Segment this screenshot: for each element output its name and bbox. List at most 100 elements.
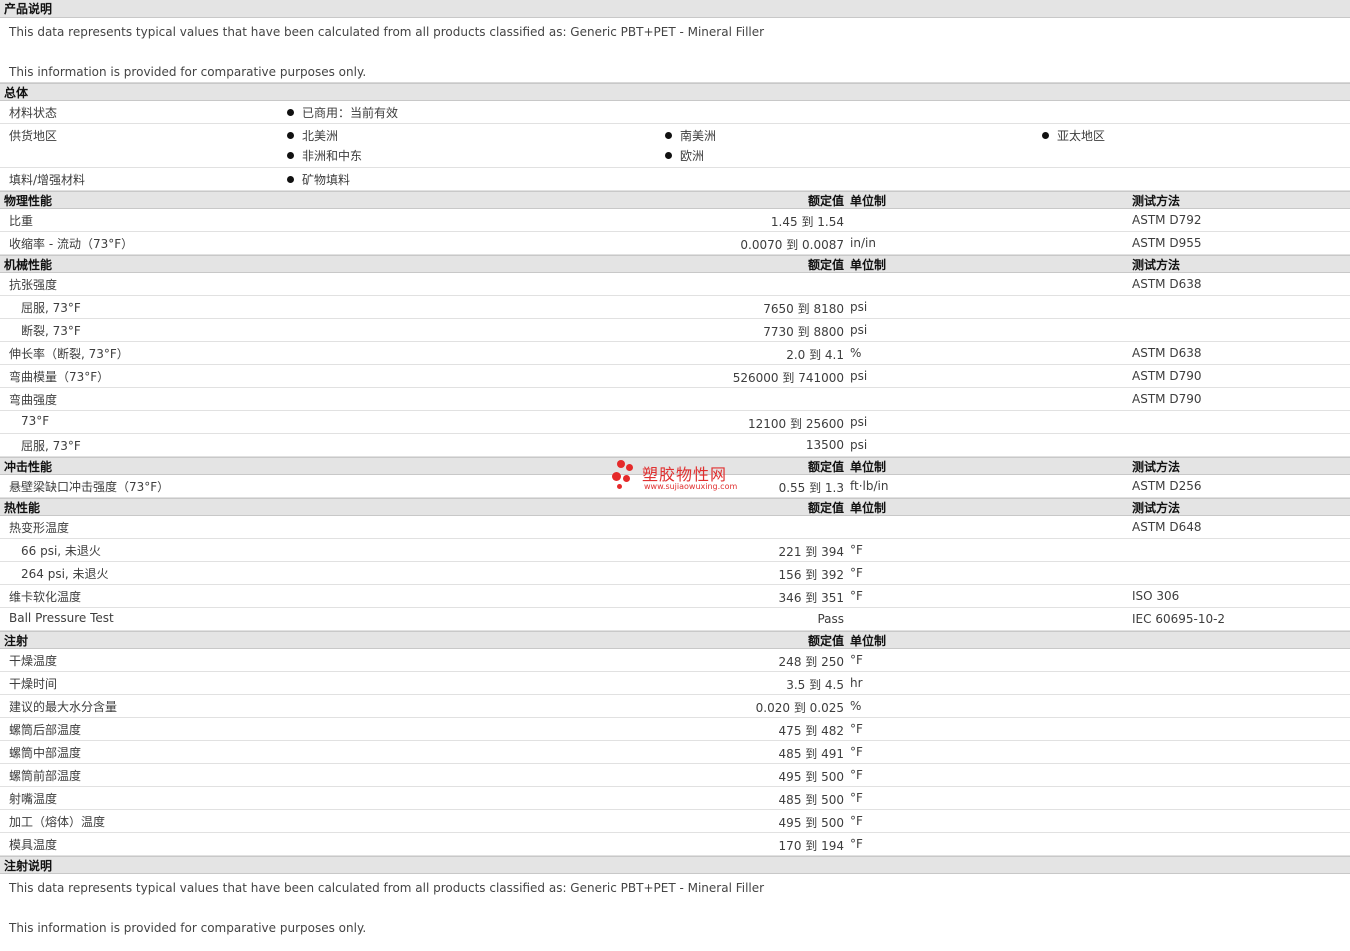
row-test-method: ASTM D638 (1132, 277, 1202, 291)
row-label: 干燥温度 (9, 654, 58, 668)
table-row: 屈服, 73°F 7650 到 8180 psi (0, 296, 1350, 319)
bullet-dot-icon (287, 152, 294, 159)
row-value: 526000 到 741000 (732, 371, 844, 385)
section-title: 热性能 (4, 501, 41, 515)
col-header-unit: 单位制 (850, 460, 887, 474)
section-title: 注射说明 (4, 859, 53, 873)
row-unit: psi (850, 369, 868, 383)
row-unit: °F (850, 837, 863, 851)
desc-line-1: This data represents typical values that… (9, 25, 765, 39)
col-header-test: 测试方法 (1132, 460, 1181, 474)
row-label: 弯曲强度 (9, 393, 58, 407)
row-material-status: 材料状态 已商用：当前有效 (0, 101, 1350, 124)
table-row: 热变形温度 ASTM D648 (0, 516, 1350, 539)
row-value: 1.45 到 1.54 (770, 215, 844, 229)
bullet-item: 北美洲 (287, 127, 338, 144)
section-title: 总体 (4, 86, 29, 100)
section-header-product-desc: 产品说明 (0, 0, 1350, 18)
row-label: 弯曲模量（73°F） (9, 370, 110, 384)
row-value: 7650 到 8180 (763, 302, 844, 316)
table-row: 73°F 12100 到 25600 psi (0, 411, 1350, 434)
row-label: 加工（熔体）温度 (9, 815, 106, 829)
row-value: 495 到 500 (778, 770, 844, 784)
table-row: 维卡软化温度 346 到 351 °F ISO 306 (0, 585, 1350, 608)
row-unit: °F (850, 791, 863, 805)
row-value: 0.0070 到 0.0087 (740, 238, 844, 252)
row-label: 屈服, 73°F (21, 439, 81, 453)
bullet-dot-icon (287, 176, 294, 183)
bullet-item: 南美洲 (665, 127, 716, 144)
row-unit: hr (850, 676, 863, 690)
row-unit: psi (850, 323, 868, 337)
table-row: 螺筒中部温度 485 到 491 °F (0, 741, 1350, 764)
table-row: 干燥时间 3.5 到 4.5 hr (0, 672, 1350, 695)
row-label: 维卡软化温度 (9, 590, 82, 604)
row-test-method: ASTM D792 (1132, 213, 1202, 227)
row-label: 抗张强度 (9, 278, 58, 292)
section-header-general: 总体 (0, 83, 1350, 101)
row-label: 建议的最大水分含量 (9, 700, 118, 714)
col-header-unit: 单位制 (850, 634, 887, 648)
row-label: 热变形温度 (9, 521, 70, 535)
table-row: 螺筒前部温度 495 到 500 °F (0, 764, 1350, 787)
row-value: 12100 到 25600 (748, 417, 844, 431)
notes-line-2: This information is provided for compara… (9, 921, 367, 935)
section-header-injection-notes: 注射说明 (0, 856, 1350, 874)
row-label: 收缩率 - 流动（73°F） (9, 237, 134, 251)
row-unit: psi (850, 438, 868, 452)
col-header-unit: 单位制 (850, 258, 887, 272)
row-label: 屈服, 73°F (21, 301, 81, 315)
section-header-injection: 注射 额定值 单位制 (0, 631, 1350, 649)
table-row: 射嘴温度 485 到 500 °F (0, 787, 1350, 810)
row-value: 485 到 491 (778, 747, 844, 761)
table-row: 模具温度 170 到 194 °F (0, 833, 1350, 856)
row-unit: °F (850, 768, 863, 782)
row-value: 2.0 到 4.1 (786, 348, 844, 362)
bullet-item: 非洲和中东 (287, 147, 362, 164)
row-label: 比重 (9, 214, 34, 228)
bullet-item: 已商用：当前有效 (287, 104, 398, 121)
section-header-thermal: 热性能 额定值 单位制 测试方法 (0, 498, 1350, 516)
col-header-nominal: 额定值 (807, 501, 844, 515)
row-test-method: ASTM D256 (1132, 479, 1202, 493)
col-header-test: 测试方法 (1132, 194, 1181, 208)
injection-notes-block: This data represents typical values that… (0, 874, 1350, 939)
row-unit: °F (850, 653, 863, 667)
table-row: 264 psi, 未退火 156 到 392 °F (0, 562, 1350, 585)
col-header-nominal: 额定值 (807, 460, 844, 474)
row-value: 485 到 500 (778, 793, 844, 807)
row-test-method: ASTM D955 (1132, 236, 1202, 250)
section-header-physical: 物理性能 额定值 单位制 测试方法 (0, 191, 1350, 209)
table-row: 螺筒后部温度 475 到 482 °F (0, 718, 1350, 741)
row-unit: % (850, 699, 862, 713)
row-test-method: ASTM D648 (1132, 520, 1202, 534)
col-header-nominal: 额定值 (807, 258, 844, 272)
row-filler: 填料/增强材料 矿物填料 (0, 168, 1350, 191)
notes-line-1: This data represents typical values that… (9, 881, 765, 895)
row-value: 156 到 392 (778, 568, 844, 582)
col-header-unit: 单位制 (850, 501, 887, 515)
row-value: 170 到 194 (778, 839, 844, 853)
section-title: 物理性能 (4, 194, 53, 208)
table-row: 收缩率 - 流动（73°F） 0.0070 到 0.0087 in/in ASTM D… (0, 232, 1350, 255)
col-header-unit: 单位制 (850, 194, 887, 208)
row-value: 0.55 到 1.3 (778, 481, 844, 495)
row-value: 475 到 482 (778, 724, 844, 738)
watermark-url: www.sujiaowuxing.com (644, 482, 738, 491)
row-unit: psi (850, 415, 868, 429)
row-unit: in/in (850, 236, 876, 250)
row-unit: °F (850, 543, 863, 557)
col-header-test: 测试方法 (1132, 501, 1181, 515)
row-label: 66 psi, 未退火 (21, 544, 101, 558)
row-value: Pass (817, 612, 844, 626)
table-row: 屈服, 73°F 13500 psi (0, 434, 1350, 457)
col-header-nominal: 额定值 (807, 634, 844, 648)
table-row: 加工（熔体）温度 495 到 500 °F (0, 810, 1350, 833)
row-value: 13500 (805, 438, 844, 452)
section-title: 机械性能 (4, 258, 53, 272)
row-label: 模具温度 (9, 838, 58, 852)
row-unit: °F (850, 745, 863, 759)
row-label: 264 psi, 未退火 (21, 567, 109, 581)
table-row: 断裂, 73°F 7730 到 8800 psi (0, 319, 1350, 342)
table-row: 伸长率（断裂, 73°F） 2.0 到 4.1% ASTM D638 (0, 342, 1350, 365)
